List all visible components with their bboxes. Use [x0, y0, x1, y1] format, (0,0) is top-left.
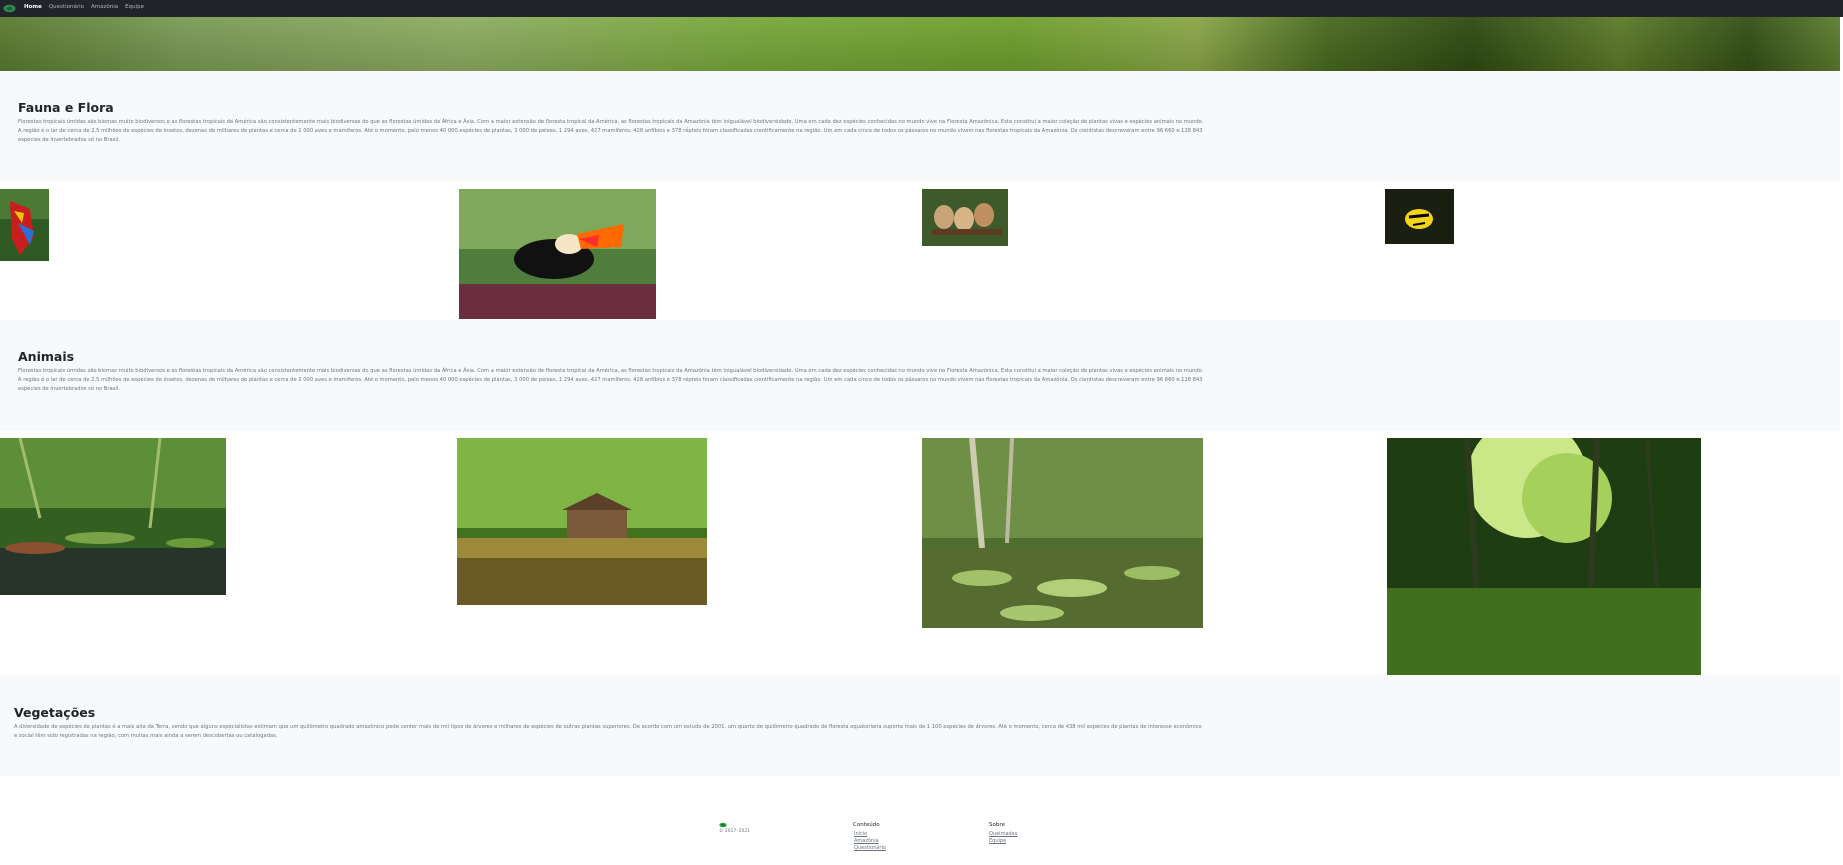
section-title: Fauna e Flora	[18, 100, 114, 115]
nav-link-amazonia[interactable]: Amazônia	[91, 3, 118, 11]
footer-col-title: Sobre	[989, 822, 1005, 828]
water-lilies-image	[0, 438, 226, 595]
section-fauna-flora: Fauna e Flora Florestas tropicais úmidas…	[0, 71, 1840, 182]
toucan-image	[459, 189, 656, 319]
victoria-lilies-forest-image	[922, 438, 1203, 628]
macaw-image	[0, 189, 49, 261]
hero-banner-image	[0, 17, 1840, 71]
section-vegetacoes: Vegetações A diversidade de espécies de …	[0, 675, 1840, 776]
nav-links: Home Questionário Amazônia Equipe	[24, 3, 144, 11]
section-text: Florestas tropicais úmidas são biomas mu…	[18, 368, 1204, 392]
nav-link-home[interactable]: Home	[24, 3, 42, 11]
nav-link-equipe[interactable]: Equipe	[125, 3, 144, 11]
leaf-logo-icon[interactable]	[3, 2, 16, 15]
footer-link-amazonia[interactable]: Amazônia	[854, 838, 879, 844]
rainforest-canopy-image	[1387, 438, 1701, 675]
section-title: Vegetações	[14, 705, 96, 720]
footer-copyright: © 2017–2021	[719, 829, 751, 834]
top-navbar: Home Questionário Amazônia Equipe	[0, 0, 1843, 17]
section-text: A diversidade de espécies de plantas é a…	[14, 724, 1202, 739]
footer-col-title: Conteúdo	[853, 822, 880, 828]
section-text: Florestas tropicais úmidas são biomas mu…	[18, 119, 1204, 143]
footer-logo-icon	[719, 822, 727, 828]
monkey-image	[922, 189, 1008, 246]
footer-link-equipe[interactable]: Equipe	[989, 838, 1006, 844]
footer-link-inicio[interactable]: Início	[854, 831, 867, 837]
section-animais: Animais Florestas tropicais úmidas são b…	[0, 320, 1840, 431]
nav-link-questionario[interactable]: Questionário	[49, 3, 84, 11]
section-title: Animais	[18, 349, 75, 364]
river-house-image	[457, 438, 707, 605]
footer	[0, 776, 1843, 865]
footer-link-questionario[interactable]: Questionário	[854, 845, 886, 851]
frog-image	[1385, 189, 1454, 244]
footer-link-queimadas[interactable]: Queimadas	[989, 831, 1017, 837]
